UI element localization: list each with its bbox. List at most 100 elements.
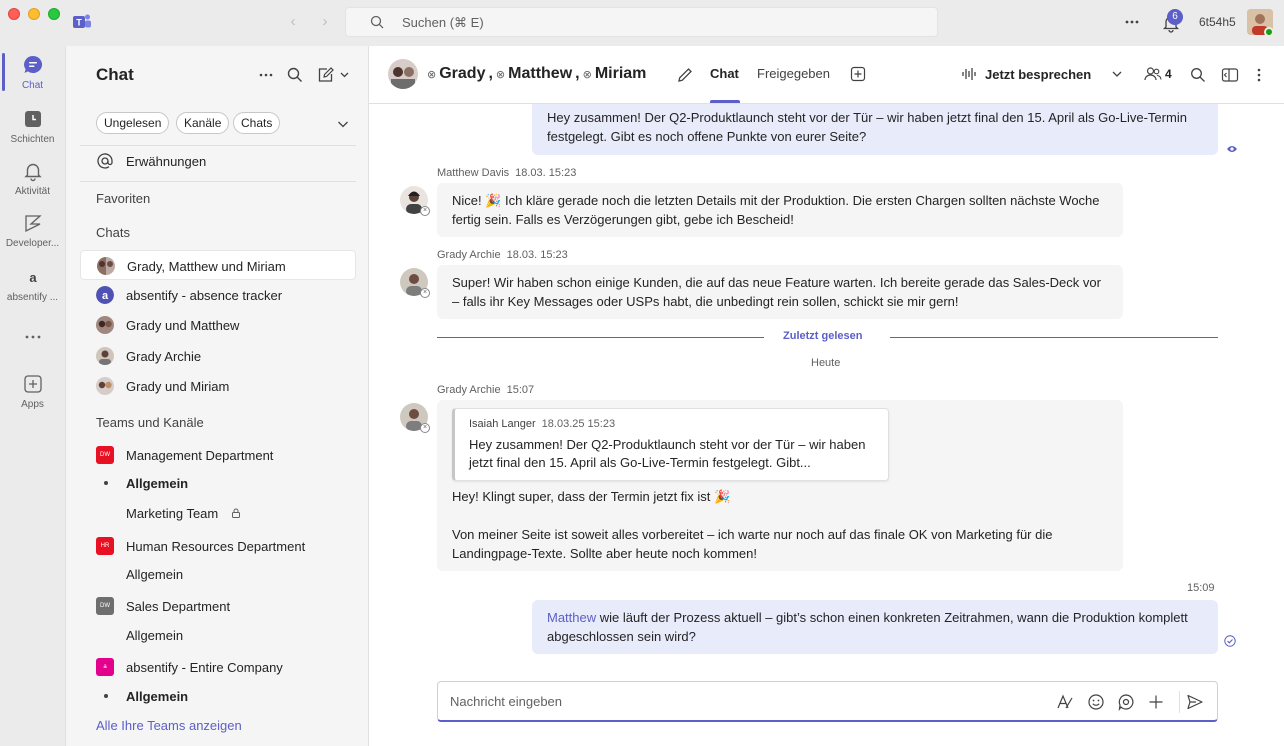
search-in-chat-icon[interactable]	[1190, 67, 1206, 83]
chats-heading[interactable]: Chats	[96, 225, 130, 240]
mention-matthew[interactable]: Matthew	[547, 610, 596, 625]
team-label: Human Resources Department	[126, 539, 306, 554]
quoted-reply[interactable]: Isaiah Langer 18.03.25 15:23 Hey zusammen…	[452, 408, 889, 481]
svg-text:a: a	[102, 290, 109, 302]
chat-participants[interactable]: ⊗ Grady, ⊗ Matthew, ⊗ Miriam	[427, 65, 646, 83]
message-bubble[interactable]: Isaiah Langer 18.03.25 15:23 Hey zusammen…	[437, 400, 1123, 571]
shifts-icon	[22, 108, 44, 130]
more-options-icon[interactable]	[1251, 67, 1267, 83]
chat-item-grady-miriam[interactable]: Grady und Miriam	[80, 371, 356, 401]
mentions-item[interactable]: Erwähnungen	[80, 146, 356, 176]
chat-item-absentify[interactable]: a absentify - absence tracker	[80, 280, 356, 310]
unread-dot	[104, 694, 108, 698]
minimize-window-button[interactable]	[28, 8, 40, 20]
message-compose-box[interactable]: Nachricht eingeben	[437, 681, 1218, 722]
lock-icon	[230, 507, 242, 519]
channel-label: Marketing Team	[126, 506, 219, 521]
filter-unread[interactable]: Ungelesen	[96, 112, 170, 134]
show-all-teams-link[interactable]: Alle Ihre Teams anzeigen	[96, 718, 242, 733]
add-tab-icon[interactable]	[850, 66, 866, 82]
pane-title: Chat	[96, 65, 134, 84]
favorites-heading[interactable]: Favoriten	[96, 191, 150, 206]
message-bubble[interactable]: Super! Wir haben schon einige Kunden, di…	[437, 265, 1123, 319]
rail-item-absentify[interactable]: a absentify ...	[0, 266, 65, 303]
own-message-bubble[interactable]: Hey zusammen! Der Q2-Produktlaunch steht…	[532, 104, 1218, 155]
search-icon[interactable]	[286, 66, 304, 84]
chat-item-grady-archie[interactable]: Grady Archie	[80, 341, 356, 371]
participants-button[interactable]: 4	[1144, 66, 1172, 82]
chat-item-group[interactable]: Grady, Matthew und Miriam	[80, 250, 356, 280]
message-meta: Matthew Davis 18.03. 15:23	[437, 167, 576, 179]
channel-label: Allgemein	[126, 628, 184, 643]
participant-name: Matthew	[508, 65, 573, 82]
svg-text:T: T	[76, 18, 82, 28]
chat-item-label: Grady und Matthew	[126, 318, 240, 333]
external-user-icon: ⊗	[495, 68, 506, 81]
send-icon[interactable]	[1186, 693, 1204, 711]
meet-now-button[interactable]: Jetzt besprechen	[961, 66, 1091, 82]
rail-label-apps: Apps	[21, 399, 44, 410]
pop-out-chat-icon[interactable]	[1221, 67, 1239, 83]
rail-item-chat[interactable]: Chat	[0, 54, 65, 91]
rail-item-apps[interactable]: Apps	[0, 373, 65, 410]
team-sales[interactable]: DW Sales Department	[80, 591, 356, 621]
participant-name: Miriam	[594, 65, 647, 82]
emoji-icon[interactable]	[1087, 693, 1105, 711]
divider	[80, 181, 356, 182]
close-window-button[interactable]	[8, 8, 20, 20]
channel-management-general[interactable]: Allgemein	[80, 468, 356, 498]
rail-more-apps-button[interactable]	[0, 326, 65, 352]
user-name[interactable]: 6t54h5	[1199, 15, 1236, 29]
add-app-icon	[22, 373, 44, 395]
new-chat-icon[interactable]	[316, 66, 352, 84]
chevron-down-icon[interactable]	[336, 117, 350, 131]
people-count: 4	[1165, 67, 1172, 81]
tab-chat[interactable]: Chat	[710, 66, 739, 81]
filter-chats[interactable]: Chats	[233, 112, 281, 134]
group-avatar	[96, 316, 114, 334]
filter-channels[interactable]: Kanäle	[176, 112, 230, 134]
add-attachment-icon[interactable]	[1147, 693, 1165, 711]
group-avatar[interactable]	[388, 59, 418, 89]
team-management[interactable]: DW Management Department	[80, 440, 356, 470]
team-hr[interactable]: HR Human Resources Department	[80, 531, 356, 561]
chat-item-grady-matthew[interactable]: Grady und Matthew	[80, 310, 356, 340]
rail-item-shifts[interactable]: Schichten	[0, 108, 65, 145]
message-bubble[interactable]: Nice! 🎉 Ich kläre gerade noch die letzte…	[437, 183, 1123, 237]
compose-placeholder: Nachricht eingeben	[450, 694, 563, 709]
format-icon[interactable]	[1056, 693, 1074, 711]
meet-now-label: Jetzt besprechen	[985, 66, 1092, 82]
quote-text: Hey zusammen! Der Q2-Produktlaunch steht…	[469, 437, 866, 470]
more-options-icon[interactable]	[257, 66, 275, 84]
back-arrow-icon[interactable]: ‹	[286, 14, 300, 30]
message-author: Grady Archie	[437, 249, 501, 261]
rail-item-activity[interactable]: Aktivität	[0, 160, 65, 197]
tab-shared[interactable]: Freigegeben	[757, 66, 830, 81]
channel-sales-general[interactable]: Allgemein	[80, 620, 356, 650]
channel-hr-general[interactable]: Allgemein	[80, 559, 356, 589]
channel-absentify-general[interactable]: Allgemein	[80, 681, 356, 711]
search-input[interactable]: Suchen (⌘ E)	[345, 7, 938, 37]
chat-item-label: Grady und Miriam	[126, 379, 230, 394]
search-icon	[370, 15, 384, 29]
chat-header: ⊗ Grady, ⊗ Matthew, ⊗ Miriam Chat Freige…	[369, 46, 1284, 104]
loop-icon[interactable]	[1117, 693, 1135, 711]
own-message-bubble[interactable]: Matthew wie läuft der Prozess aktuell – …	[532, 600, 1218, 654]
message-time: 18.03. 15:23	[506, 249, 568, 261]
search-placeholder: Suchen (⌘ E)	[402, 15, 484, 30]
more-options-icon[interactable]	[1122, 13, 1142, 31]
last-read-divider: Zuletzt gelesen	[437, 330, 1218, 342]
edit-pencil-icon[interactable]	[676, 66, 694, 84]
team-absentify-company[interactable]: a absentify - Entire Company	[80, 652, 356, 682]
channel-marketing-team[interactable]: Marketing Team	[80, 498, 356, 528]
teams-heading[interactable]: Teams und Kanäle	[96, 415, 204, 430]
chevron-down-icon[interactable]	[1111, 68, 1123, 80]
rail-item-developer[interactable]: Developer...	[0, 212, 65, 249]
presence-available-icon	[1264, 27, 1274, 37]
zoom-window-button[interactable]	[48, 8, 60, 20]
team-label: absentify - Entire Company	[126, 660, 283, 675]
forward-arrow-icon[interactable]: ›	[318, 14, 332, 30]
absentify-icon: a	[22, 266, 44, 288]
message-text: Hey zusammen! Der Q2-Produktlaunch steht…	[547, 110, 1187, 144]
chat-item-label: absentify - absence tracker	[126, 288, 283, 303]
